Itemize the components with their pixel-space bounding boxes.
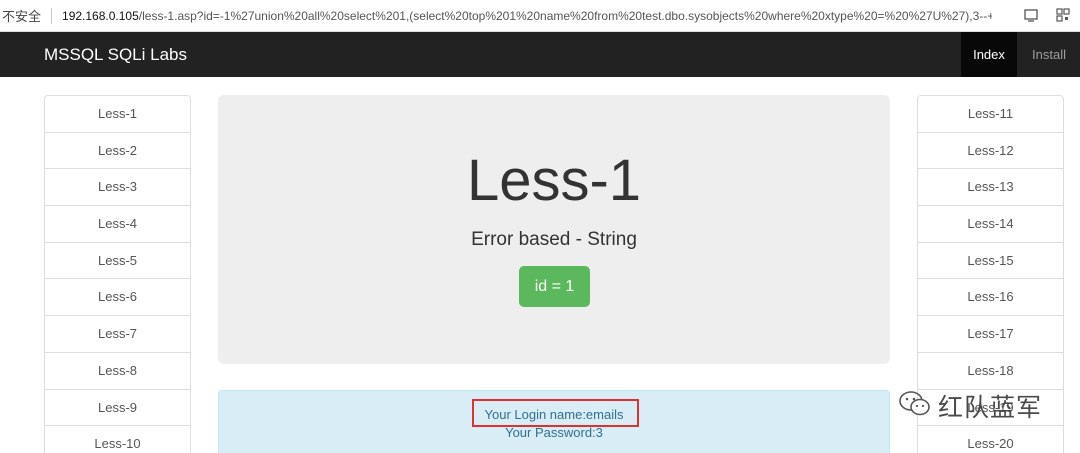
lesson-link[interactable]: Less-12 xyxy=(918,133,1063,170)
lesson-link[interactable]: Less-13 xyxy=(918,169,1063,207)
lesson-link[interactable]: Less-3 xyxy=(45,169,190,207)
left-lesson-list: Less-1 Less-2 Less-3 Less-4 Less-5 Less-… xyxy=(44,95,191,453)
lesson-link[interactable]: Less-6 xyxy=(45,279,190,317)
lesson-link[interactable]: Less-8 xyxy=(45,353,190,390)
lesson-link[interactable]: Less-20 xyxy=(918,426,1063,453)
reader-mode-icon[interactable] xyxy=(1024,8,1038,22)
nav-install-link[interactable]: Install xyxy=(1026,32,1072,77)
lesson-link[interactable]: Less-18 xyxy=(918,353,1063,390)
top-navbar: MSSQL SQLi Labs Index Install xyxy=(0,32,1080,77)
lesson-link[interactable]: Less-16 xyxy=(918,279,1063,317)
lesson-link[interactable]: Less-7 xyxy=(45,316,190,353)
url-host: 192.168.0.105 xyxy=(62,8,139,23)
lesson-link[interactable]: Less-5 xyxy=(45,243,190,280)
lesson-link[interactable]: Less-11 xyxy=(918,96,1063,133)
security-indicator[interactable]: 不安全 xyxy=(2,6,41,25)
page-title: Less-1 xyxy=(466,148,642,213)
lesson-link[interactable]: Less-17 xyxy=(918,316,1063,353)
lesson-link[interactable]: Less-2 xyxy=(45,133,190,170)
lesson-link[interactable]: Less-4 xyxy=(45,206,190,243)
page-subtitle: Error based - String xyxy=(471,229,637,250)
lesson-link[interactable]: Less-9 xyxy=(45,390,190,427)
lesson-link[interactable]: Less-15 xyxy=(918,243,1063,280)
highlight-box xyxy=(472,399,639,427)
watermark-text: 红队蓝军 xyxy=(938,393,1043,422)
address-separator xyxy=(51,7,53,24)
password-text: Your Password:3 xyxy=(505,425,603,440)
url-text[interactable]: 192.168.0.105/less-1.asp?id=-1%27union%2… xyxy=(62,9,992,23)
lesson-link[interactable]: Less-10 xyxy=(45,426,190,453)
id-button[interactable]: id = 1 xyxy=(519,266,590,307)
watermark: 红队蓝军 xyxy=(898,388,1042,424)
lesson-link[interactable]: Less-1 xyxy=(45,96,190,133)
lesson-header-panel: Less-1 Error based - String id = 1 xyxy=(218,95,890,364)
url-path: /less-1.asp?id=-1%27union%20all%20select… xyxy=(138,8,993,23)
qr-code-icon[interactable] xyxy=(1056,8,1070,22)
result-panel: Your Login name:emails Your Password:3 xyxy=(218,390,890,453)
nav-index-link[interactable]: Index xyxy=(961,32,1017,77)
wechat-logo-icon xyxy=(898,390,932,423)
address-bar[interactable]: 不安全 192.168.0.105/less-1.asp?id=-1%27uni… xyxy=(0,0,1080,32)
lesson-link[interactable]: Less-14 xyxy=(918,206,1063,243)
brand-title[interactable]: MSSQL SQLi Labs xyxy=(44,45,187,65)
